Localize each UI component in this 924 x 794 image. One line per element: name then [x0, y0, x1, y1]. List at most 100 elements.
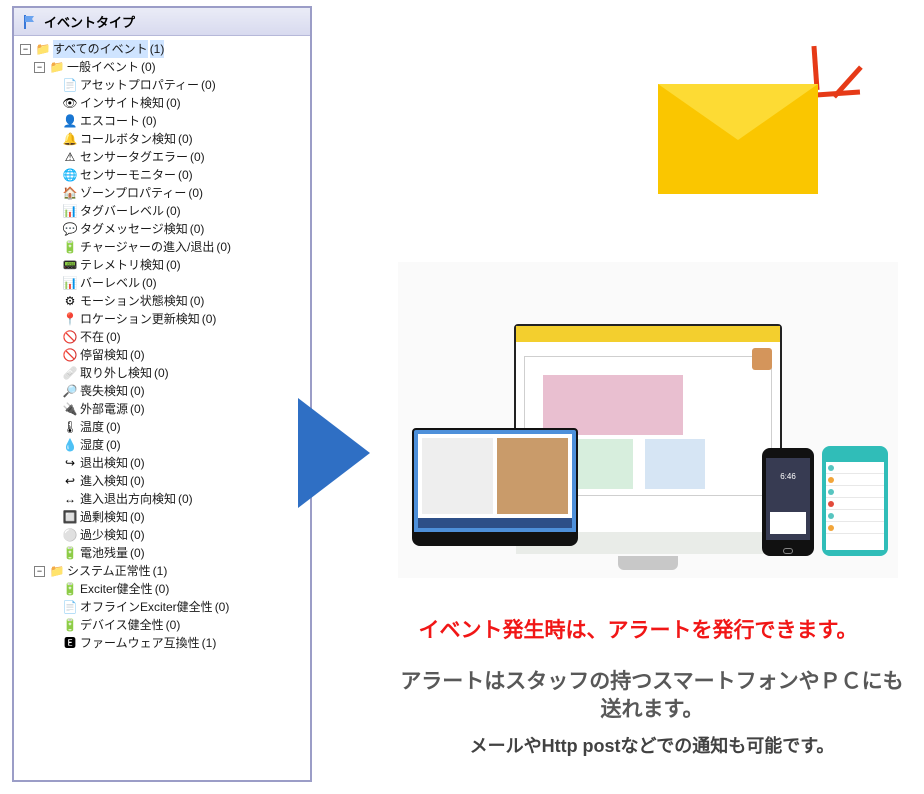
expander[interactable]: −	[34, 62, 45, 73]
tree-item-general-19[interactable]: 🌡温度 (0)	[18, 418, 306, 436]
fw-icon: 🅴	[62, 635, 78, 651]
tree-item-general-16[interactable]: 🩹取り外し検知 (0)	[18, 364, 306, 382]
tree-item-count: (0)	[190, 220, 205, 238]
tree-item-label: Exciter健全性	[80, 580, 153, 598]
panel-header: イベントタイプ	[14, 8, 310, 36]
pin-icon: 📍	[62, 311, 78, 327]
devices-illustration: 6:46	[398, 262, 898, 578]
tree-item-label: 退出検知	[80, 454, 128, 472]
tree-item-count: (0)	[142, 274, 157, 292]
tree-item-count: (0)	[106, 436, 121, 454]
tree-item-label: 過少検知	[80, 526, 128, 544]
tree-item-label: テレメトリ検知	[80, 256, 164, 274]
tree-item-general-3[interactable]: 🔔コールボタン検知 (0)	[18, 130, 306, 148]
tree-item-general-8[interactable]: 💬タグメッセージ検知 (0)	[18, 220, 306, 238]
plug-icon: 🔌	[62, 401, 78, 417]
tablet-illustration	[822, 446, 888, 556]
tree-item-general-5[interactable]: 🌐センサーモニター (0)	[18, 166, 306, 184]
tree-item-system[interactable]: −📁システム正常性 (1)	[18, 562, 306, 580]
tree-item-general-20[interactable]: 💧湿度 (0)	[18, 436, 306, 454]
batt-red-icon: 🔋	[62, 545, 78, 561]
tree-item-count: (0)	[130, 382, 145, 400]
tree-item-general-6[interactable]: 🏠ゾーンプロパティー (0)	[18, 184, 306, 202]
tree-item-general-24[interactable]: 🔲過剰検知 (0)	[18, 508, 306, 526]
tree-item-general-18[interactable]: 🔌外部電源 (0)	[18, 400, 306, 418]
tree-item-count: (0)	[190, 292, 205, 310]
warn-icon: ⚠	[62, 149, 78, 165]
chart-icon: 📊	[62, 203, 78, 219]
page-icon: 📄	[62, 599, 78, 615]
globe-icon: 🌐	[62, 167, 78, 183]
batt-red-icon: 🔋	[62, 617, 78, 633]
tree-item-label: タグバーレベル	[80, 202, 164, 220]
tree-item-general-0[interactable]: 📄アセットプロパティー (0)	[18, 76, 306, 94]
tree-item-label: 取り外し検知	[80, 364, 152, 382]
tree-item-general-23[interactable]: ↔進入退出方向検知 (0)	[18, 490, 306, 508]
tree-item-count: (1)	[153, 562, 168, 580]
tree-item-general-12[interactable]: ⚙モーション状態検知 (0)	[18, 292, 306, 310]
tree-item-general-9[interactable]: 🔋チャージャーの進入/退出 (0)	[18, 238, 306, 256]
tree-item-count: (0)	[188, 184, 203, 202]
tree-item-general-17[interactable]: 🔎喪失検知 (0)	[18, 382, 306, 400]
caption-alert-issue: イベント発生時は、アラートを発行できます。	[362, 614, 914, 644]
tree-item-count: (0)	[154, 364, 169, 382]
phone-time: 6:46	[780, 472, 796, 481]
enter-icon: ↩	[62, 473, 78, 489]
tree-item-label: 湿度	[80, 436, 104, 454]
tree-item-count: (0)	[166, 256, 181, 274]
tree-item-count: (0)	[202, 310, 217, 328]
tree-item-count: (0)	[216, 238, 231, 256]
expander[interactable]: −	[20, 44, 31, 55]
tree-item-general-26[interactable]: 🔋電池残量 (0)	[18, 544, 306, 562]
dot-icon: ⚪	[62, 527, 78, 543]
tree-item-general-14[interactable]: 🚫不在 (0)	[18, 328, 306, 346]
tree-item-system-1[interactable]: 📄オフラインExciter健全性 (0)	[18, 598, 306, 616]
tree-item-system-2[interactable]: 🔋デバイス健全性 (0)	[18, 616, 306, 634]
tree-item-count: (0)	[178, 490, 193, 508]
tree-item-count: (0)	[106, 418, 121, 436]
tree-item-system-0[interactable]: 🔋Exciter健全性 (0)	[18, 580, 306, 598]
tree-item-general-25[interactable]: ⚪過少検知 (0)	[18, 526, 306, 544]
tree-item-label: バーレベル	[80, 274, 140, 292]
tree-item-general-21[interactable]: ↪退出検知 (0)	[18, 454, 306, 472]
tree-item-count: (0)	[130, 508, 145, 526]
tree-item-general-11[interactable]: 📊バーレベル (0)	[18, 274, 306, 292]
tree-item-label: ファームウェア互換性	[80, 634, 200, 652]
tree-item-general[interactable]: −📁一般イベント (0)	[18, 58, 306, 76]
tree-item-label: 進入検知	[80, 472, 128, 490]
folder: 📁	[49, 59, 65, 75]
tree-item-general-2[interactable]: 👤エスコート (0)	[18, 112, 306, 130]
tree-item-system-3[interactable]: 🅴ファームウェア互換性 (1)	[18, 634, 306, 652]
tree-item-label: デバイス健全性	[80, 616, 164, 634]
tree-item-count: (0)	[130, 346, 145, 364]
tree-item-label: 一般イベント	[67, 58, 139, 76]
tree-item-general-15[interactable]: 🚫停留検知 (0)	[18, 346, 306, 364]
tree-item-general-22[interactable]: ↩進入検知 (0)	[18, 472, 306, 490]
tree-item-label: 温度	[80, 418, 104, 436]
tree-item-label: コールボタン検知	[80, 130, 176, 148]
tree-item-count: (0)	[166, 616, 181, 634]
alert-envelope	[658, 56, 858, 206]
drop-icon: 💧	[62, 437, 78, 453]
tree-item-count: (0)	[178, 130, 193, 148]
expander[interactable]: −	[34, 566, 45, 577]
tree-item-label: センサーモニター	[80, 166, 176, 184]
caption-mail-http: メールやHttp postなどでの通知も可能です。	[390, 732, 914, 758]
tree-item-general-1[interactable]: 👁インサイト検知 (0)	[18, 94, 306, 112]
block-icon: 🚫	[62, 347, 78, 363]
tree-item-general-13[interactable]: 📍ロケーション更新検知 (0)	[18, 310, 306, 328]
batt-red-icon: 🔋	[62, 239, 78, 255]
tree-item-general-7[interactable]: 📊タグバーレベル (0)	[18, 202, 306, 220]
tree-item-general-10[interactable]: 📟テレメトリ検知 (0)	[18, 256, 306, 274]
tree-item-label: エスコート	[80, 112, 140, 130]
panel-title: イベントタイプ	[44, 12, 135, 31]
tree-item-label: タグメッセージ検知	[80, 220, 188, 238]
tree-item-label: 停留検知	[80, 346, 128, 364]
tree-item-label: センサータグエラー	[80, 148, 188, 166]
tree-item-all-events[interactable]: −📁すべてのイベント (1)	[18, 40, 306, 58]
event-tree[interactable]: −📁すべてのイベント (1)−📁一般イベント (0)📄アセットプロパティー (0…	[14, 36, 310, 780]
exit-icon: ↪	[62, 455, 78, 471]
tree-item-label: インサイト検知	[80, 94, 164, 112]
move-icon: ⚙	[62, 293, 78, 309]
tree-item-general-4[interactable]: ⚠センサータグエラー (0)	[18, 148, 306, 166]
